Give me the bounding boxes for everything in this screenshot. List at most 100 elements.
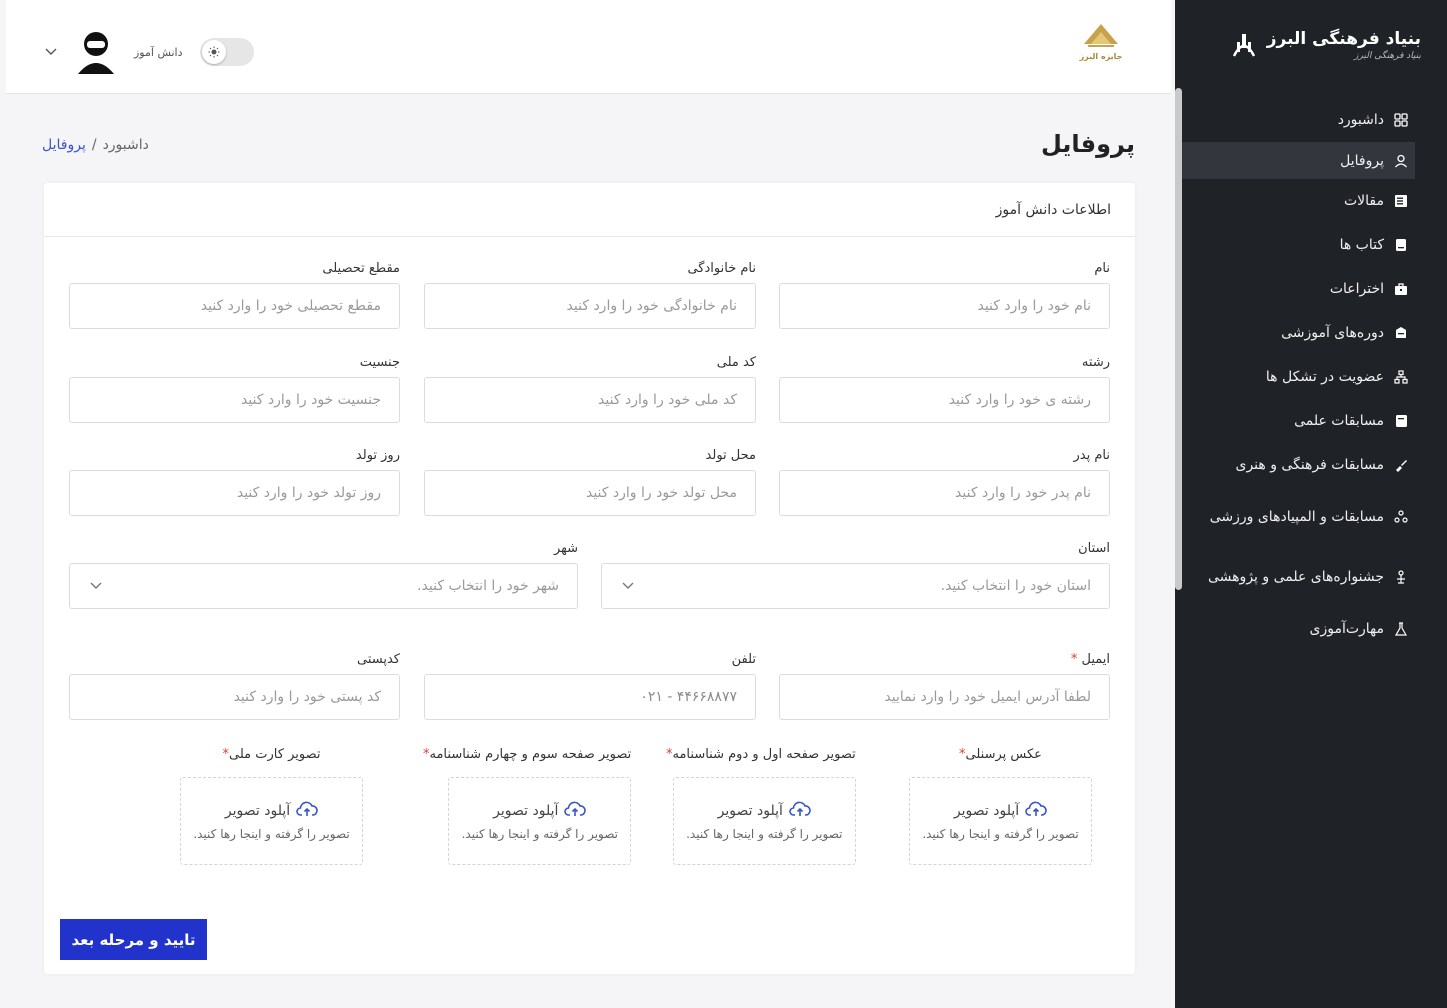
province-select[interactable]: استان خود را انتخاب کنید.: [601, 563, 1110, 609]
breadcrumb-current[interactable]: پروفایل: [42, 137, 86, 153]
national-code-input[interactable]: کد ملی خود را وارد کنید: [424, 377, 756, 423]
theme-toggle[interactable]: [200, 38, 255, 66]
upload-dropzone[interactable]: آپلود تصویر تصویر را گرفته و اینجا رها ک…: [909, 777, 1092, 865]
sidebar-item-label: اختراعات: [1329, 281, 1384, 297]
upload-button-text: آپلود تصویر: [224, 803, 291, 819]
sidebar-item-label: عضویت در تشکل ها: [1265, 369, 1384, 385]
sidebar-item-dashboard[interactable]: داشبورد: [1175, 98, 1447, 142]
article-icon: [1393, 193, 1409, 209]
cloud-upload-icon: [1025, 801, 1047, 821]
upload-label: تصویر کارت ملی*: [180, 747, 363, 777]
gender-input[interactable]: جنسیت خود را وارد کنید: [69, 377, 400, 423]
research-icon: [1393, 569, 1409, 585]
breadcrumb-home[interactable]: داشبورد: [103, 137, 149, 153]
major-input[interactable]: رشته ی خود را وارد کنید: [779, 377, 1110, 423]
upload-label: تصویر صفحه اول و دوم شناسنامه*: [666, 747, 856, 777]
cloud-upload-icon: [296, 801, 318, 821]
sidebar-item-label: پروفایل: [1340, 152, 1384, 169]
upload-birth-cert-p3: تصویر صفحه سوم و چهارم شناسنامه* آپلود ت…: [423, 747, 632, 865]
gender-field: جنسیت جنسیت خود را وارد کنید: [69, 355, 400, 423]
sidebar-item-skills[interactable]: مهارت‌آموزی: [1175, 607, 1447, 651]
top-header: جایزه البرز دانش آموز: [6, 0, 1171, 94]
father-name-label: نام پدر: [1073, 448, 1110, 463]
submit-next-button[interactable]: تایید و مرحله بعد: [60, 919, 207, 960]
grade-input[interactable]: مقطع تحصیلی خود را وارد کنید: [69, 283, 400, 329]
notebook-icon: [1393, 413, 1409, 429]
sidebar-item-sport-olympiads[interactable]: مسابقات و المپیادهای ورزشی: [1175, 487, 1447, 547]
breadcrumb-separator: /: [91, 137, 97, 153]
grade-field: مقطع تحصیلی مقطع تحصیلی خود را وارد کنید: [69, 261, 400, 329]
sidebar-item-books[interactable]: کتاب ها: [1175, 223, 1447, 267]
page-scrollbar[interactable]: [1175, 88, 1182, 590]
sidebar-item-organizations[interactable]: عضویت در تشکل ها: [1175, 355, 1447, 399]
sidebar: بنیاد فرهنگی البرز بنیاد فرهنگی البرز دا…: [1175, 0, 1447, 1008]
upload-label-text: تصویر کارت ملی: [229, 747, 321, 762]
city-select[interactable]: شهر خود را انتخاب کنید.: [69, 563, 578, 609]
logo-text: جایزه البرز: [1079, 52, 1123, 61]
city-select-value: شهر خود را انتخاب کنید.: [417, 578, 559, 594]
birthday-input[interactable]: روز تولد خود را وارد کنید: [69, 470, 400, 516]
upload-label: عکس پرسنلی*: [909, 747, 1092, 777]
grade-label: مقطع تحصیلی: [322, 261, 400, 276]
postal-code-field: کدپستی کد پستی خود را وارد کنید: [69, 652, 400, 720]
phone-field: تلفن ۰۲۱ - ۴۴۶۶۸۸۷۷: [424, 652, 756, 720]
email-input[interactable]: لطفا آدرس ایمیل خود را وارد نمایید: [779, 674, 1110, 720]
book-icon: [1393, 237, 1409, 253]
upload-hint: تصویر را گرفته و اینجا رها کنید.: [922, 827, 1079, 841]
required-mark: *: [1070, 652, 1078, 667]
email-field: ایمیل * لطفا آدرس ایمیل خود را وارد نمای…: [779, 652, 1110, 720]
sidebar-item-inventions[interactable]: اختراعات: [1175, 267, 1447, 311]
upload-label-text: تصویر صفحه سوم و چهارم شناسنامه: [429, 747, 632, 762]
sidebar-item-label: جشنواره‌های علمی و پژوهشی: [1208, 569, 1384, 585]
postal-code-input[interactable]: کد پستی خود را وارد کنید: [69, 674, 400, 720]
major-field: رشته رشته ی خود را وارد کنید: [779, 355, 1110, 423]
phone-input[interactable]: ۰۲۱ - ۴۴۶۶۸۸۷۷: [424, 674, 756, 720]
upload-button[interactable]: آپلود تصویر: [954, 801, 1047, 821]
sidebar-item-science-competitions[interactable]: مسابقات علمی: [1175, 399, 1447, 443]
avatar[interactable]: [76, 30, 116, 74]
first-name-label: نام: [1094, 261, 1110, 276]
student-info-card: اطلاعات دانش آموز نام نام خود را وارد کن…: [44, 183, 1135, 974]
email-label: ایمیل *: [779, 652, 1110, 674]
upload-label-text: عکس پرسنلی: [965, 747, 1042, 762]
brand[interactable]: بنیاد فرهنگی البرز بنیاد فرهنگی البرز: [1175, 0, 1447, 90]
upload-button-text: آپلود تصویر: [953, 803, 1020, 819]
upload-button[interactable]: آپلود تصویر: [718, 801, 811, 821]
father-name-input[interactable]: نام پدر خود را وارد کنید: [779, 470, 1110, 516]
brand-logo-icon: [1229, 30, 1259, 60]
grid-icon: [1393, 112, 1409, 128]
chevron-down-icon: [88, 579, 102, 593]
upload-button-text: آپلود تصویر: [493, 803, 559, 819]
org-chart-icon: [1393, 369, 1409, 385]
chevron-down-icon: [620, 579, 634, 593]
birthplace-input[interactable]: محل تولد خود را وارد کنید: [424, 470, 756, 516]
upload-dropzone[interactable]: آپلود تصویر تصویر را گرفته و اینجا رها ک…: [448, 777, 632, 865]
user-icon: [1393, 153, 1409, 169]
upload-label: تصویر صفحه سوم و چهارم شناسنامه*: [423, 747, 631, 777]
cloud-upload-icon: [789, 801, 811, 821]
sidebar-item-research-festivals[interactable]: جشنواره‌های علمی و پژوهشی: [1175, 547, 1447, 607]
sport-icon: [1393, 509, 1409, 525]
chevron-down-icon[interactable]: [44, 45, 58, 59]
birthplace-label: محل تولد: [705, 448, 756, 463]
role-label: دانش آموز: [134, 45, 183, 59]
sidebar-item-label: مقالات: [1343, 193, 1384, 209]
province-field: استان استان خود را انتخاب کنید.: [601, 541, 1110, 609]
last-name-input[interactable]: نام خانوادگی خود را وارد کنید: [424, 283, 756, 329]
first-name-input[interactable]: نام خود را وارد کنید: [779, 283, 1110, 329]
last-name-field: نام خانوادگی نام خانوادگی خود را وارد کن…: [424, 261, 756, 329]
upload-personal-photo: عکس پرسنلی* آپلود تصویر تصویر را گرفته و…: [909, 747, 1092, 865]
sidebar-item-articles[interactable]: مقالات: [1175, 179, 1447, 223]
upload-national-card: تصویر کارت ملی* آپلود تصویر تصویر را گرف…: [180, 747, 363, 865]
sidebar-item-label: دوره‌های آموزشی: [1281, 325, 1384, 341]
sidebar-item-profile[interactable]: پروفایل: [1175, 142, 1415, 179]
upload-dropzone[interactable]: آپلود تصویر تصویر را گرفته و اینجا رها ک…: [180, 777, 363, 865]
upload-button[interactable]: آپلود تصویر: [493, 801, 587, 821]
province-label: استان: [1078, 541, 1110, 556]
award-logo[interactable]: جایزه البرز: [1070, 22, 1132, 70]
sidebar-item-courses[interactable]: دوره‌های آموزشی: [1175, 311, 1447, 355]
upload-button[interactable]: آپلود تصویر: [225, 801, 318, 821]
city-field: شهر شهر خود را انتخاب کنید.: [69, 541, 578, 609]
sidebar-item-art-competitions[interactable]: مسابقات فرهنگی و هنری: [1175, 443, 1447, 487]
upload-dropzone[interactable]: آپلود تصویر تصویر را گرفته و اینجا رها ک…: [672, 777, 856, 865]
